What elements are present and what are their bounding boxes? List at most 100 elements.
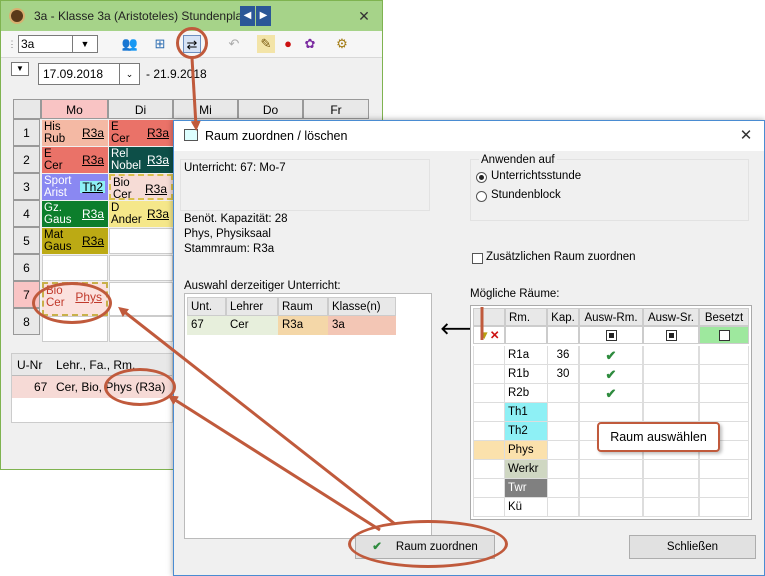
besetzt-cell[interactable] — [699, 365, 749, 384]
current-lesson-table: Unt. Lehrer Raum Klasse(n) 67 Cer R3a 3a — [184, 293, 432, 539]
class-select-input[interactable]: 3a — [18, 35, 73, 53]
window-title: 3a - Klasse 3a (Aristoteles) Stundenplan — [34, 9, 249, 23]
group-icon[interactable]: ✿ — [301, 35, 319, 53]
filter-cell[interactable] — [699, 326, 749, 344]
room-name[interactable]: Th1 — [505, 403, 547, 422]
period-header: 2 — [13, 146, 40, 173]
room-capacity — [547, 384, 579, 403]
lesson-cell[interactable]: His Rub R3a — [42, 120, 108, 146]
filter-icon[interactable]: ▼ — [478, 330, 489, 342]
radio-label: Stundenblock — [491, 189, 561, 201]
period-header: 5 — [13, 227, 40, 254]
table-row[interactable]: 67 Cer R3a 3a — [187, 316, 396, 335]
ausw-rm-cell[interactable] — [579, 460, 643, 479]
collapse-toggle-icon[interactable]: ▼ — [11, 62, 29, 76]
ausw-rm-cell[interactable] — [579, 403, 643, 422]
empty-cell[interactable] — [109, 282, 173, 316]
clear-filter-icon[interactable]: ✕ — [490, 330, 500, 342]
lesson-cell[interactable]: Rel Nobel R3a — [109, 147, 173, 173]
besetzt-cell[interactable] — [699, 479, 749, 498]
empty-cell[interactable] — [42, 255, 108, 281]
lesson-cell[interactable]: E Cer R3a — [42, 147, 108, 173]
day-header: Do — [238, 99, 303, 119]
undo-icon[interactable]: ↶ — [225, 35, 243, 53]
ausw-sr-cell[interactable] — [643, 460, 699, 479]
ausw-sr-cell[interactable] — [643, 384, 699, 403]
besetzt-cell[interactable] — [699, 460, 749, 479]
besetzt-cell[interactable] — [699, 346, 749, 365]
home-room-info: Stammraum: R3a — [184, 243, 275, 255]
room-name[interactable]: R1a — [505, 346, 547, 365]
column-header: Lehrer — [226, 297, 278, 316]
ausw-sr-cell[interactable] — [643, 498, 699, 517]
room-assign-dialog: Raum zuordnen / löschen ✕ Unterricht: 67… — [173, 120, 765, 576]
column-header: Raum — [278, 297, 328, 316]
row-selector[interactable] — [473, 498, 505, 517]
filter-checkbox[interactable] — [718, 330, 730, 342]
row-selector[interactable] — [473, 460, 505, 479]
lesson-cell[interactable]: Gz. Gaus R3a — [42, 201, 108, 227]
ausw-sr-cell[interactable] — [643, 365, 699, 384]
lesson-cell[interactable]: D Ander R3a — [109, 201, 173, 227]
window-close-icon[interactable]: ✕ — [353, 6, 375, 26]
empty-cell[interactable] — [109, 255, 173, 281]
pin-icon[interactable]: ● — [279, 35, 297, 53]
ausw-rm-cell[interactable]: ✔ — [579, 384, 643, 403]
lesson-cell[interactable]: E Cer R3a — [109, 120, 173, 146]
filter-cell[interactable] — [579, 326, 643, 344]
chevron-down-icon[interactable]: ▼ — [73, 35, 98, 53]
row-selector[interactable] — [473, 403, 505, 422]
row-selector[interactable] — [473, 422, 505, 441]
layout-grid-icon[interactable]: ⊞ — [151, 35, 169, 53]
room-name[interactable]: Phys — [505, 441, 547, 460]
close-button[interactable]: Schließen — [629, 535, 756, 559]
row-selector[interactable] — [473, 365, 505, 384]
row-selector[interactable] — [473, 346, 505, 365]
teachers-icon[interactable]: 👥 — [121, 35, 139, 53]
date-chevron-down-icon[interactable]: ⌄ — [120, 63, 140, 85]
additional-room-checkbox[interactable] — [472, 253, 483, 264]
filter-cell[interactable]: ▼✕ — [473, 326, 505, 344]
ausw-sr-cell[interactable] — [643, 346, 699, 365]
apply-to-title: Anwenden auf — [479, 154, 557, 166]
filter-cell[interactable] — [643, 326, 699, 344]
edit-icon[interactable]: ✎ — [257, 35, 275, 53]
room-name[interactable]: Th2 — [505, 422, 547, 441]
row-selector[interactable] — [473, 479, 505, 498]
radio-unterrichtsstunde[interactable] — [476, 172, 487, 183]
ausw-rm-cell[interactable] — [579, 479, 643, 498]
besetzt-cell[interactable] — [699, 384, 749, 403]
filter-checkbox[interactable] — [665, 330, 677, 342]
lesson-cell[interactable]: Mat Gaus R3a — [42, 228, 108, 254]
dialog-close-icon[interactable]: ✕ — [734, 126, 758, 146]
date-range-end: - 21.9.2018 — [146, 67, 207, 81]
besetzt-cell[interactable] — [699, 403, 749, 422]
date-input[interactable]: 17.09.2018 — [38, 63, 120, 85]
period-header: 6 — [13, 254, 40, 281]
dialog-title: Raum zuordnen / löschen — [205, 129, 348, 143]
ausw-rm-cell[interactable]: ✔ — [579, 365, 643, 384]
room-name[interactable]: R1b — [505, 365, 547, 384]
room-name[interactable]: R2b — [505, 384, 547, 403]
empty-cell[interactable] — [109, 228, 173, 254]
next-arrow-icon[interactable]: ▶ — [256, 6, 271, 26]
lesson-cell[interactable]: Bio Cer R3a — [109, 174, 173, 200]
annotation-ellipse — [348, 520, 508, 568]
row-selector[interactable] — [473, 441, 505, 460]
lesson-cell[interactable]: Sport Arist Th2 — [42, 174, 108, 200]
previous-arrow-icon[interactable]: ◀ — [240, 6, 255, 26]
room-name[interactable]: Twr — [505, 479, 547, 498]
ausw-sr-cell[interactable] — [643, 403, 699, 422]
radio-stundenblock[interactable] — [476, 191, 487, 202]
room-name[interactable]: Werkr — [505, 460, 547, 479]
filter-checkbox[interactable] — [605, 330, 617, 342]
empty-cell[interactable] — [109, 316, 173, 342]
ausw-rm-cell[interactable]: ✔ — [579, 346, 643, 365]
room-name[interactable]: Kü — [505, 498, 547, 517]
settings-gear-icon[interactable]: ⚙ — [333, 35, 351, 53]
ausw-rm-cell[interactable] — [579, 498, 643, 517]
ausw-sr-cell[interactable] — [643, 479, 699, 498]
besetzt-cell[interactable] — [699, 498, 749, 517]
row-selector[interactable] — [473, 384, 505, 403]
checkmark-icon: ✔ — [605, 367, 617, 382]
